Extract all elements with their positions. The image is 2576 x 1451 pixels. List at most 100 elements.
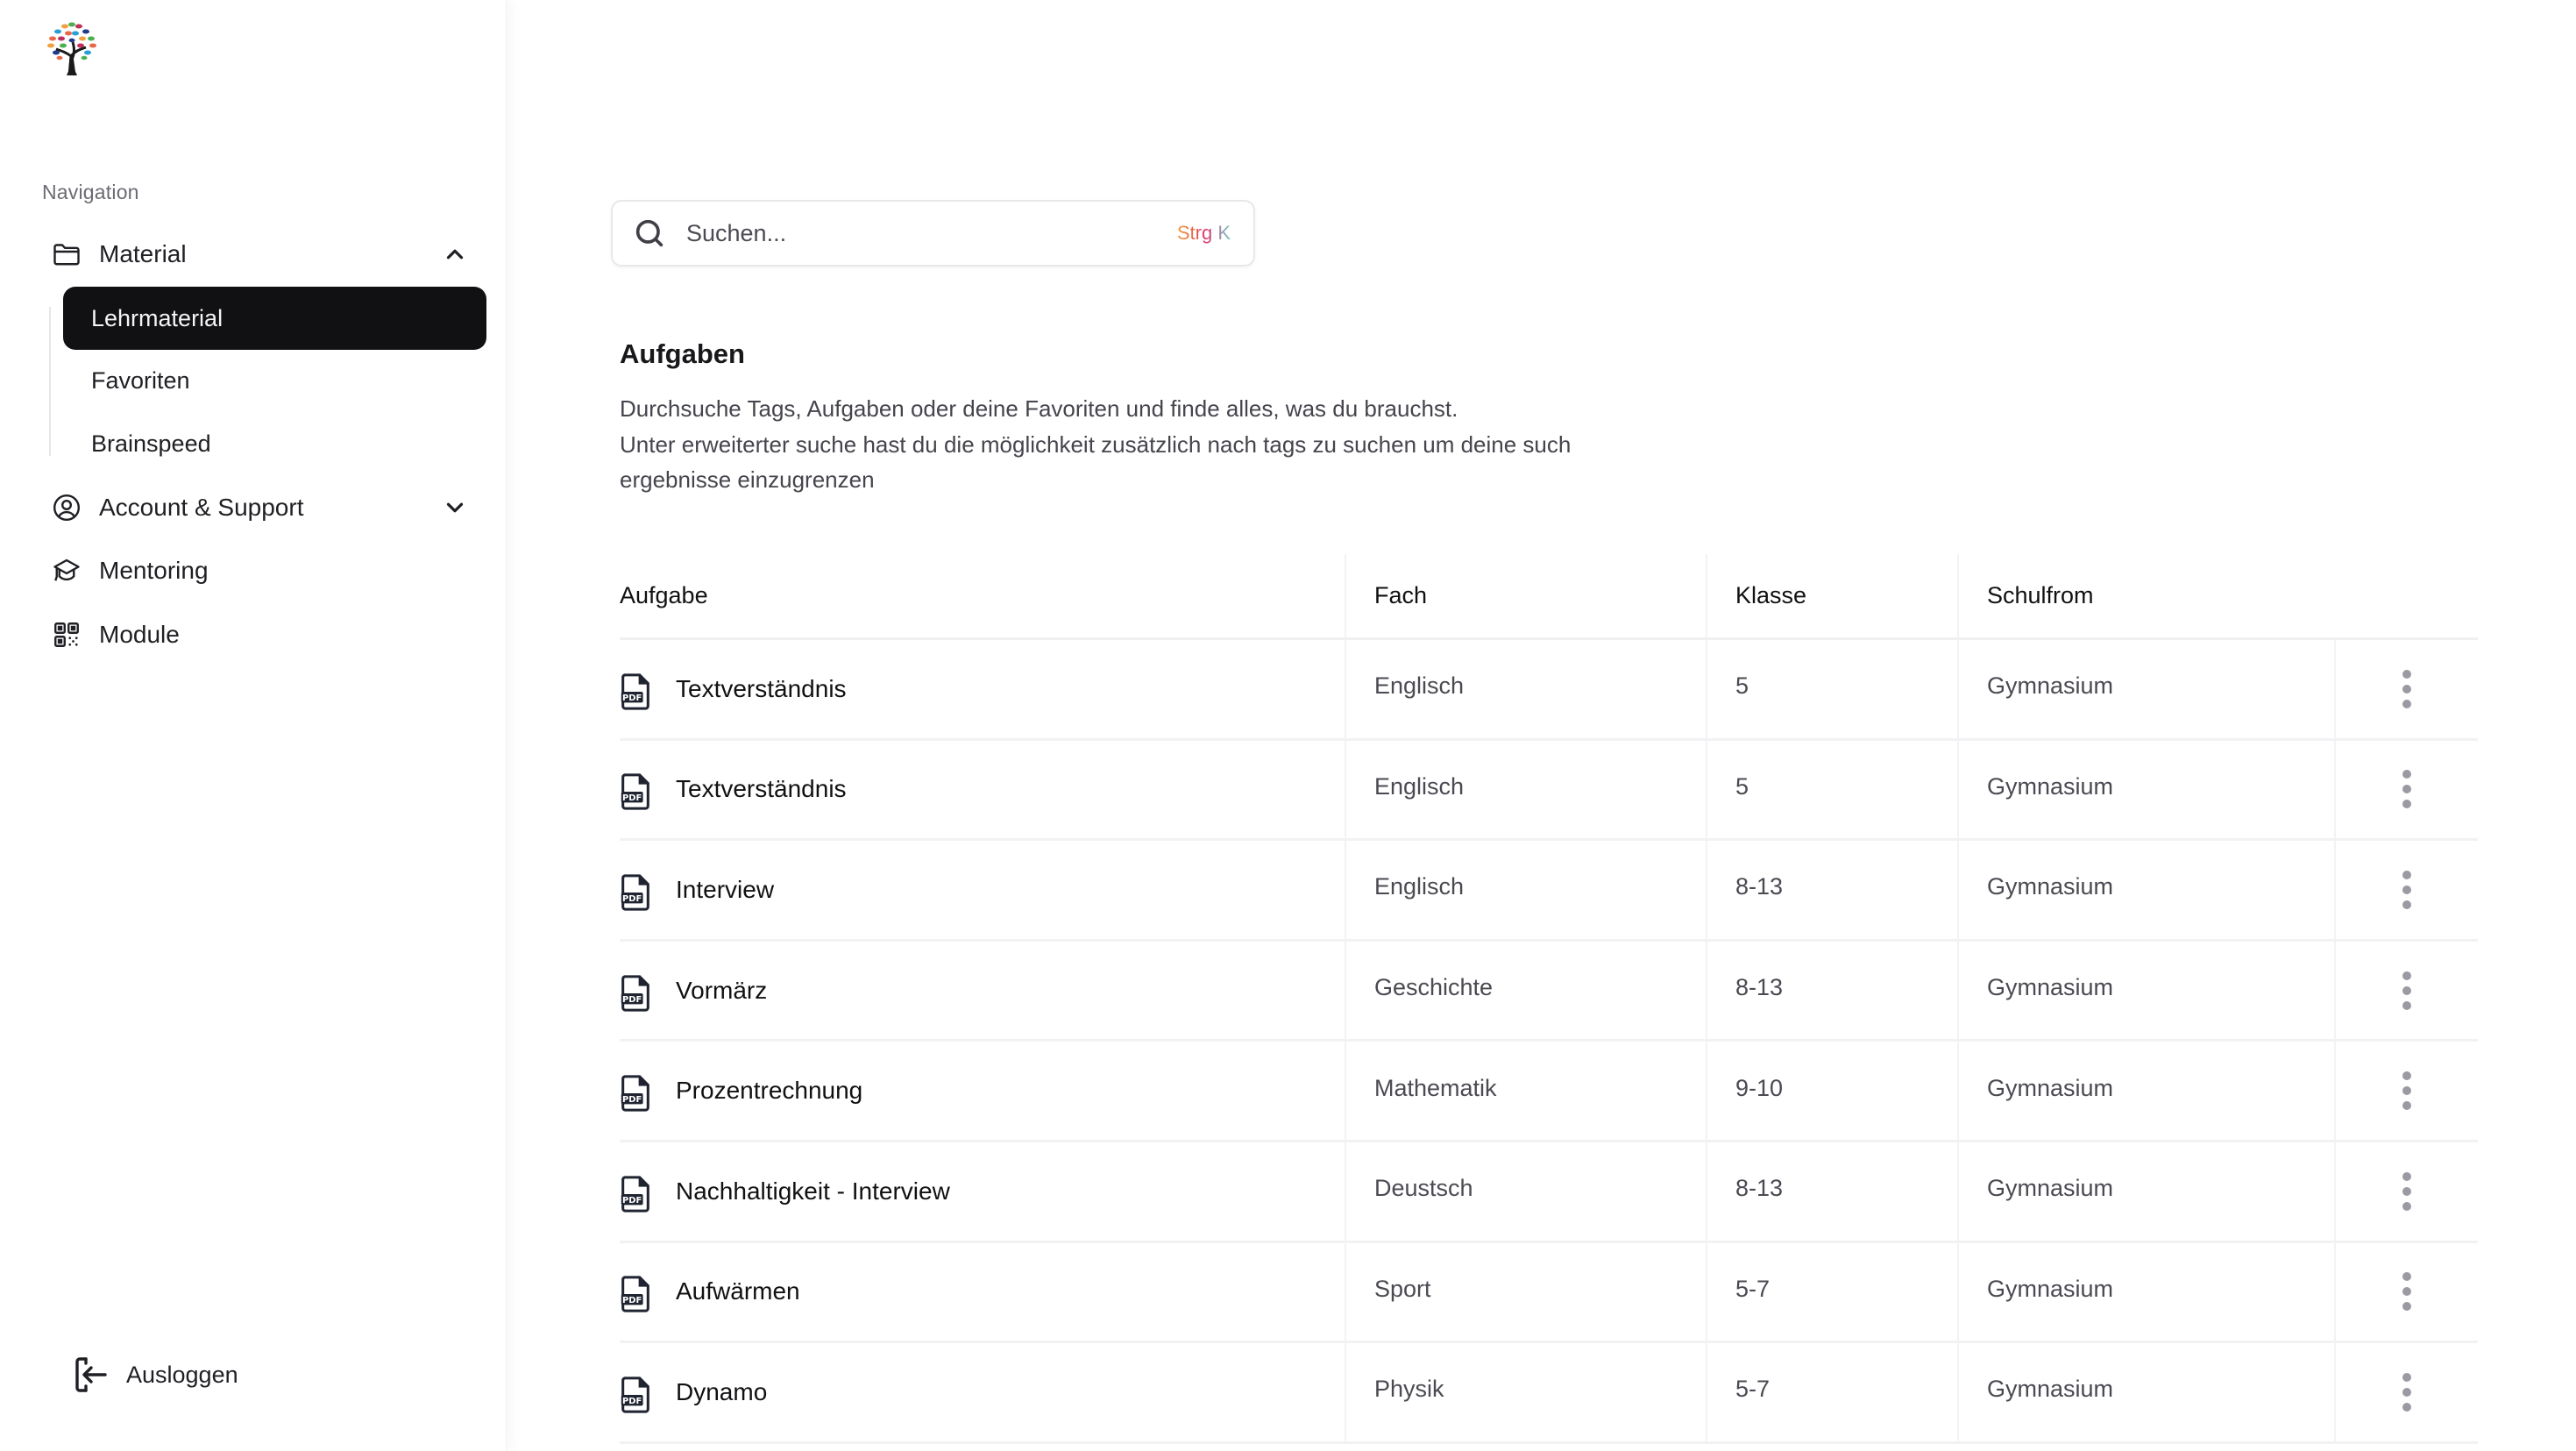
subject: Englisch [1374, 672, 1465, 700]
sidebar-item-label: Module [99, 621, 180, 648]
pdf-file-icon: PDF [621, 1276, 649, 1312]
school-type: Gymnasium [1987, 772, 2114, 800]
svg-text:PDF: PDF [622, 794, 642, 804]
more-vertical-icon[interactable] [2401, 971, 2413, 1010]
qr-grid-icon [49, 617, 84, 652]
school-type: Gymnasium [1987, 1074, 2114, 1101]
grade: 5 [1735, 672, 1749, 700]
svg-text:PDF: PDF [622, 995, 642, 1005]
more-vertical-icon[interactable] [2401, 770, 2413, 809]
tree-logo[interactable] [40, 18, 103, 77]
logout-icon [75, 1357, 107, 1392]
pdf-file-icon: PDF [621, 1176, 649, 1213]
grade: 8-13 [1735, 1175, 1784, 1202]
pdf-file-icon: PDF [621, 1075, 649, 1112]
sidebar-subitem-favoriten[interactable]: Favoriten [63, 349, 486, 412]
more-vertical-icon[interactable] [2401, 870, 2413, 909]
grade: 8-13 [1735, 873, 1784, 900]
svg-text:PDF: PDF [622, 1397, 642, 1406]
subject: Englisch [1374, 772, 1465, 800]
folder-icon [49, 237, 84, 272]
subject: Englisch [1374, 873, 1465, 900]
svg-text:PDF: PDF [622, 1095, 642, 1105]
page-title: Aufgaben [620, 338, 745, 369]
page-description: Durchsuche Tags, Aufgaben oder deine Fav… [620, 391, 1671, 498]
svg-text:PDF: PDF [622, 1296, 642, 1305]
more-vertical-icon[interactable] [2401, 1372, 2413, 1412]
grade: 9-10 [1735, 1074, 1784, 1101]
chevron-down-icon[interactable] [442, 494, 468, 521]
task-name[interactable]: Interview [676, 876, 774, 904]
description-line: ergebnisse einzugrenzen [620, 466, 875, 493]
table-header: Aufgabe Fach Klasse Schulfrom [620, 554, 2478, 640]
pdf-file-icon: PDF [621, 874, 649, 911]
user-circle-icon [49, 490, 84, 525]
sidebar-item-mentoring[interactable]: Mentoring [42, 544, 486, 598]
school-type: Gymnasium [1987, 672, 2114, 700]
submenu-guide-line [49, 307, 51, 456]
pdf-file-icon: PDF [621, 773, 649, 811]
more-vertical-icon[interactable] [2401, 1272, 2413, 1312]
sidebar-subitem-brainspeed[interactable]: Brainspeed [63, 412, 486, 475]
keyboard-shortcut-hint: Strg K [1176, 222, 1231, 244]
more-vertical-icon[interactable] [2401, 1171, 2413, 1211]
subject: Sport [1374, 1275, 1431, 1302]
school-type: Gymnasium [1987, 873, 2114, 900]
task-name[interactable]: Vormärz [676, 977, 767, 1005]
subject: Physik [1374, 1376, 1444, 1403]
school-type: Gymnasium [1987, 1175, 2114, 1202]
column-header-aufgabe[interactable]: Aufgabe [620, 582, 708, 609]
grade: 5-7 [1735, 1275, 1771, 1302]
logout-button[interactable]: Ausloggen [74, 1348, 238, 1401]
grade: 5-7 [1735, 1376, 1771, 1403]
tasks-table: Aufgabe Fach Klasse Schulfrom PDF Textve… [620, 554, 2478, 1444]
task-name[interactable]: Dynamo [676, 1378, 767, 1406]
column-header-fach[interactable]: Fach [1374, 582, 1427, 609]
graduation-cap-icon [49, 553, 84, 588]
table-row[interactable]: PDF Prozentrechnung Mathematik 9-10 Gymn… [620, 1042, 2478, 1142]
task-name[interactable]: Textverständnis [676, 675, 847, 703]
school-type: Gymnasium [1987, 1376, 2114, 1403]
table-row[interactable]: PDF Nachhaltigkeit - Interview Deustsch … [620, 1142, 2478, 1243]
table-row[interactable]: PDF Textverständnis Englisch 5 Gymnasium [620, 740, 2478, 842]
sidebar-subitem-lehrmaterial[interactable]: Lehrmaterial [63, 287, 486, 350]
sidebar-item-module[interactable]: Module [42, 608, 486, 662]
pdf-file-icon: PDF [621, 673, 649, 710]
sidebar-item-material[interactable]: Material [42, 227, 486, 281]
school-type: Gymnasium [1987, 974, 2114, 1001]
logout-label: Ausloggen [126, 1361, 238, 1388]
search-input[interactable] [686, 211, 1177, 255]
sidebar-item-label: Material [99, 240, 187, 267]
task-name[interactable]: Prozentrechnung [676, 1077, 862, 1105]
chevron-up-icon[interactable] [442, 241, 468, 267]
table-row[interactable]: PDF Aufwärmen Sport 5-7 Gymnasium [620, 1242, 2478, 1344]
description-line: Unter erweiterter suche hast du die mögl… [620, 430, 1572, 458]
column-header-klasse[interactable]: Klasse [1735, 582, 1806, 609]
sidebar-item-account-support[interactable]: Account & Support [42, 480, 486, 535]
search-icon [635, 219, 664, 247]
description-line: Durchsuche Tags, Aufgaben oder deine Fav… [620, 395, 1458, 422]
table-row[interactable]: PDF Vormärz Geschichte 8-13 Gymnasium [620, 941, 2478, 1042]
search-bar[interactable]: Strg K [611, 200, 1255, 267]
svg-text:PDF: PDF [622, 1196, 642, 1206]
column-header-schulform[interactable]: Schulfrom [1987, 582, 2094, 609]
task-name[interactable]: Textverständnis [676, 775, 847, 803]
grade: 8-13 [1735, 974, 1784, 1001]
table-row[interactable]: PDF Textverständnis Englisch 5 Gymnasium [620, 640, 2478, 741]
svg-text:PDF: PDF [622, 894, 642, 904]
table-row[interactable]: PDF Interview Englisch 8-13 Gymnasium [620, 841, 2478, 942]
pdf-file-icon: PDF [621, 974, 649, 1012]
more-vertical-icon[interactable] [2401, 669, 2413, 708]
more-vertical-icon[interactable] [2401, 1071, 2413, 1111]
task-name[interactable]: Nachhaltigkeit - Interview [676, 1177, 950, 1206]
sidebar-item-label: Account & Support [99, 494, 304, 521]
table-row[interactable]: PDF Dynamo Physik 5-7 Gymnasium [620, 1343, 2478, 1444]
app-root: Navigation Material Lehrmaterial Favorit… [0, 0, 2576, 1451]
task-name[interactable]: Aufwärmen [676, 1277, 800, 1305]
school-type: Gymnasium [1987, 1275, 2114, 1302]
subject: Deustsch [1374, 1175, 1473, 1202]
subject: Mathematik [1374, 1074, 1497, 1101]
grade: 5 [1735, 772, 1749, 800]
subject: Geschichte [1374, 974, 1494, 1001]
table-body: PDF Textverständnis Englisch 5 Gymnasium… [620, 640, 2478, 1444]
